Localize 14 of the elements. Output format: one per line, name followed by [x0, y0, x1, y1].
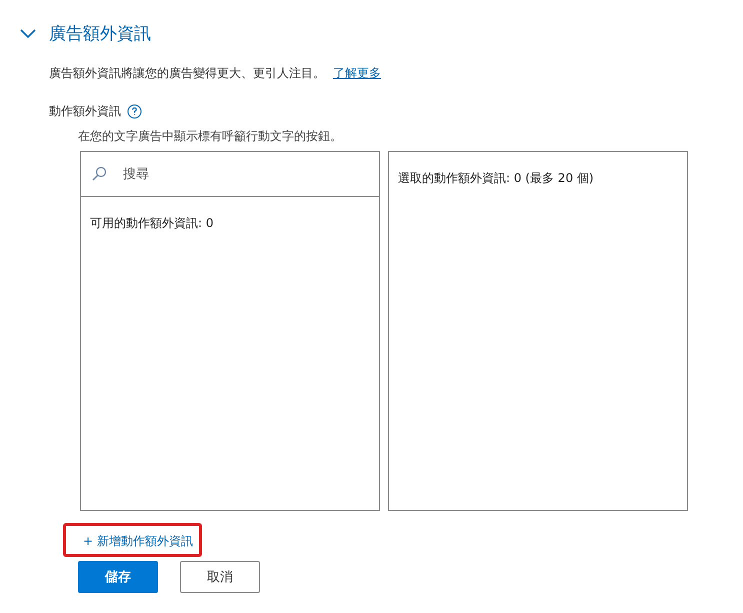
save-button[interactable]: 儲存 [78, 561, 158, 594]
search-field[interactable]: 搜尋 [121, 166, 345, 182]
chevron-icon[interactable] [20, 28, 36, 38]
description-text: 廣告額外資訊將讓您的廣告變得更大、更引人注目。 [49, 65, 325, 82]
section-title: 廣告額外資訊 [49, 23, 151, 45]
cancel-button[interactable]: 取消 [180, 561, 260, 594]
learn-more-link[interactable]: 了解更多 [333, 65, 381, 82]
help-icon[interactable] [127, 104, 142, 119]
available-count: 可用的動作額外資訊: 0 [89, 215, 214, 232]
selected-count: 選取的動作額外資訊: 0 (最多 20 個) [397, 170, 595, 187]
search-icon [91, 166, 107, 182]
add-action-link[interactable]: + 新增動作額外資訊 [63, 523, 202, 558]
hint-text: 在您的文字廣告中顯示標有呼籲行動文字的按鈕。 [78, 128, 343, 145]
field-label: 動作額外資訊 [49, 103, 121, 120]
